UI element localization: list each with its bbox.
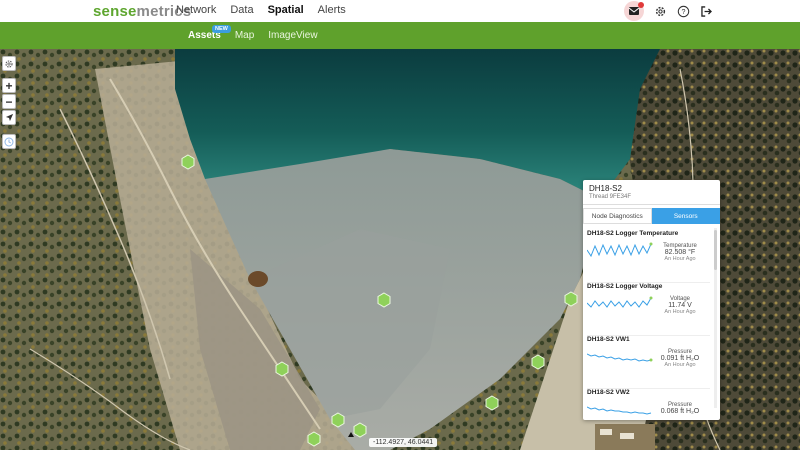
sparkline (587, 242, 653, 258)
map-settings-button[interactable] (2, 56, 16, 71)
notification-dot (638, 2, 644, 8)
sensor-name: DH18-S2 Logger Temperature (587, 230, 679, 237)
logout-button[interactable] (699, 4, 714, 19)
nav-network[interactable]: Network (176, 4, 216, 16)
sensor-name: DH18-S2 VW1 (587, 336, 630, 343)
sensor-time: An Hour Ago (664, 362, 696, 368)
nav-spatial[interactable]: Spatial (268, 4, 304, 16)
tab-imageview[interactable]: ImageView (268, 30, 317, 41)
sensor-time: An Hour Ago (664, 256, 696, 262)
sensor-value: 0.091 ft H₂O (660, 355, 700, 362)
sensor-list: DH18-S2 Logger Temperature Temperature 8… (583, 224, 720, 420)
sensor-values: Pressure 0.091 ft H₂O An Hour Ago (656, 349, 704, 368)
sensor-item[interactable]: DH18-S2 VW1 Pressure 0.091 ft H₂O An Hou… (587, 336, 710, 389)
tab-map[interactable]: Map (235, 30, 254, 41)
sparkline (587, 353, 653, 362)
zoom-out-button[interactable]: − (2, 94, 16, 109)
sparkline (587, 296, 653, 308)
sensor-value: 0.068 ft H₂O (660, 408, 700, 415)
clock-icon (4, 137, 14, 146)
gear-icon (5, 59, 13, 68)
sensor-values: Temperature 82.508 °F An Hour Ago (656, 243, 704, 262)
help-button[interactable]: ? (676, 4, 691, 19)
zoom-in-button[interactable]: + (2, 78, 16, 93)
new-badge: NEW (212, 25, 231, 33)
scrollbar-thumb[interactable] (714, 230, 717, 270)
history-button[interactable] (2, 134, 16, 149)
sensor-item[interactable]: DH18-S2 Logger Voltage Voltage 11.74 V A… (587, 283, 710, 336)
panel-subtitle: Thread 9FE34F (589, 194, 632, 200)
sub-navbar: Assets Map ImageView NEW (0, 22, 800, 49)
tab-node-diagnostics[interactable]: Node Diagnostics (583, 208, 652, 224)
sensor-name: DH18-S2 Logger Voltage (587, 283, 663, 290)
locate-button[interactable] (2, 110, 16, 125)
plus-icon: + (5, 78, 13, 93)
panel-header: DH18-S2 Thread 9FE34F (583, 180, 720, 205)
sub-nav: Assets Map ImageView (188, 30, 318, 41)
main-nav: Network Data Spatial Alerts (176, 4, 346, 16)
panel-tabs: Node Diagnostics Sensors (583, 208, 720, 224)
panel-title: DH18-S2 (589, 184, 622, 193)
sensor-value: 82.508 °F (664, 249, 696, 256)
navigation-arrow-icon (5, 113, 13, 122)
svg-text:?: ? (682, 8, 686, 16)
sensor-item[interactable]: DH18-S2 Logger Temperature Temperature 8… (587, 230, 710, 283)
top-icons: ? (623, 1, 714, 21)
nav-alerts[interactable]: Alerts (318, 4, 346, 16)
coordinates-readout: -112.4927, 46.0441 (369, 438, 438, 447)
sensor-time: An Hour Ago (664, 309, 696, 315)
gear-icon (655, 6, 666, 16)
sparkline (587, 406, 652, 415)
sensor-values: Pressure 0.068 ft H₂O (656, 402, 704, 415)
logo-part1: sense (93, 3, 137, 20)
notifications-button[interactable] (623, 1, 645, 21)
logout-icon (701, 5, 712, 17)
sensor-values: Voltage 11.74 V An Hour Ago (656, 296, 704, 315)
top-navbar: sensemetrics Network Data Spatial Alerts… (0, 0, 800, 22)
tab-sensors[interactable]: Sensors (651, 208, 720, 224)
sensor-item[interactable]: DH18-S2 VW2 Pressure 0.068 ft H₂O (587, 389, 710, 420)
panel-scrollbar[interactable] (714, 228, 717, 408)
minus-icon: − (5, 94, 13, 109)
settings-button[interactable] (653, 4, 668, 19)
sensor-name: DH18-S2 VW2 (587, 389, 630, 396)
sensor-value: 11.74 V (668, 302, 692, 309)
nav-data[interactable]: Data (230, 4, 253, 16)
help-icon: ? (677, 5, 690, 17)
node-panel: DH18-S2 Thread 9FE34F Node Diagnostics S… (583, 180, 720, 420)
notification-icon (628, 7, 640, 15)
